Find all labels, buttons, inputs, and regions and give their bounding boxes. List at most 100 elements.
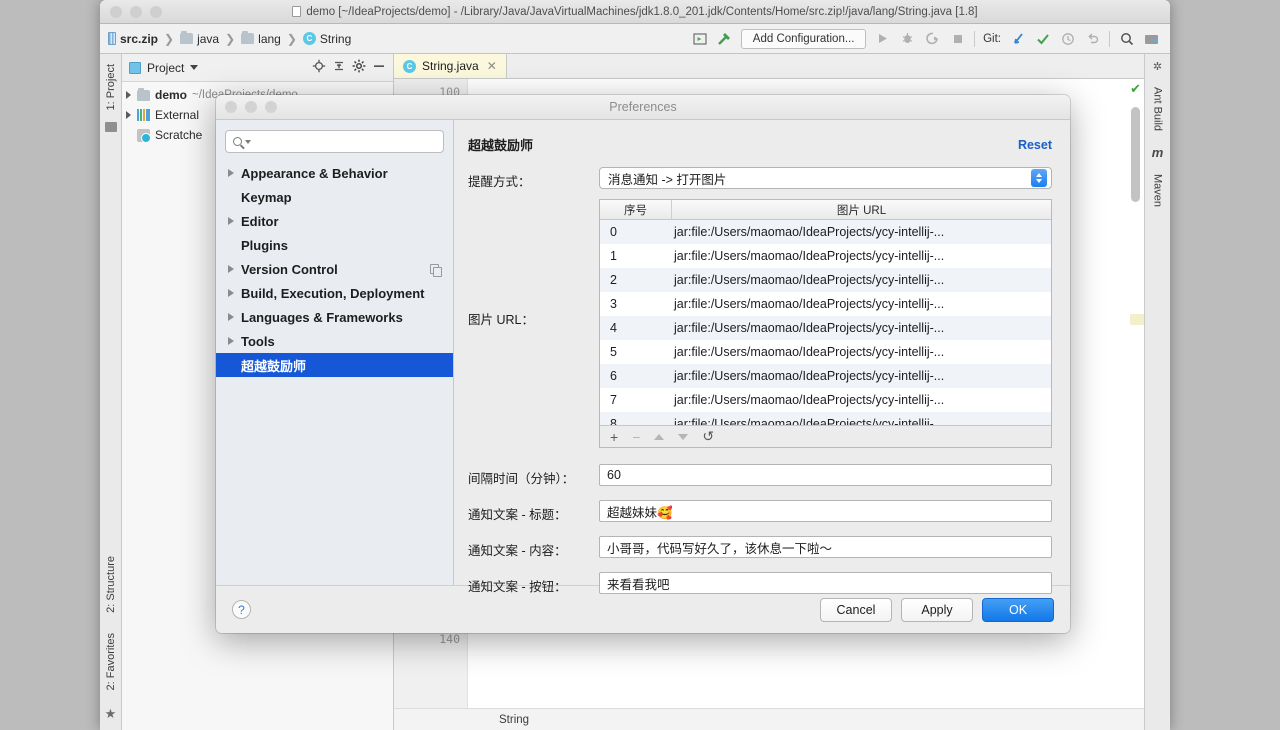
class-icon: C: [302, 32, 316, 45]
notify-body-label: 通知文案 - 内容：: [468, 544, 567, 558]
move-up-button[interactable]: [654, 433, 665, 440]
move-down-button[interactable]: [678, 433, 689, 440]
git-rollback-icon[interactable]: [1084, 30, 1101, 47]
sidebar-item-favorites[interactable]: 2: Favorites: [105, 629, 117, 694]
sidebar-item-languages-frameworks[interactable]: Languages & Frameworks: [216, 305, 453, 329]
expand-arrow-icon[interactable]: [228, 169, 234, 177]
remove-row-button[interactable]: −: [632, 429, 640, 445]
minimize-window-button[interactable]: [130, 5, 142, 18]
main-toolbar-actions: Add Configuration... Git:: [691, 28, 1164, 49]
row-notify-button: 通知文案 - 按钮： 来看看我吧: [468, 572, 1052, 595]
git-update-icon[interactable]: [1009, 30, 1026, 47]
notify-body-input[interactable]: 小哥哥，代码写好久了，该休息一下啦～: [599, 536, 1052, 558]
ok-button[interactable]: OK: [982, 597, 1054, 622]
table-row[interactable]: 6 jar:file:/Users/maomao/IdeaProjects/yc…: [600, 364, 1051, 388]
editor-scrollbar[interactable]: [1131, 107, 1140, 202]
sidebar-item-keymap[interactable]: Keymap: [216, 185, 453, 209]
preferences-content-pane: 超越鼓励师 Reset 提醒方式： 消息通知 -> 打开图片 图片 URL： 序…: [454, 120, 1070, 594]
run-icon[interactable]: [874, 30, 891, 47]
notify-button-input[interactable]: 来看看我吧: [599, 572, 1052, 594]
column-header-url[interactable]: 图片 URL: [672, 200, 1051, 219]
apply-button[interactable]: Apply: [901, 597, 973, 622]
window-traffic-lights[interactable]: [100, 5, 162, 18]
table-row[interactable]: 0 jar:file:/Users/maomao/IdeaProjects/yc…: [600, 220, 1051, 244]
sidebar-item-editor[interactable]: Editor: [216, 209, 453, 233]
sidebar-item-maven[interactable]: Maven: [1152, 170, 1164, 211]
gear-icon[interactable]: [352, 59, 366, 76]
java-class-icon: C: [403, 59, 416, 73]
reset-link[interactable]: Reset: [1018, 138, 1052, 152]
chevron-down-icon[interactable]: [190, 65, 199, 70]
expand-arrow-icon[interactable]: [126, 91, 131, 99]
stop-icon[interactable]: [949, 30, 966, 47]
project-structure-icon[interactable]: [1143, 30, 1160, 47]
close-icon[interactable]: ✕: [487, 59, 497, 73]
search-field[interactable]: [254, 133, 436, 150]
git-commit-icon[interactable]: [1034, 30, 1051, 47]
sidebar-item-version-control[interactable]: Version Control: [216, 257, 453, 281]
debug-icon[interactable]: [899, 30, 916, 47]
sidebar-item-chaoyue-encourager[interactable]: 超越鼓励师: [216, 353, 453, 377]
run-with-coverage-icon[interactable]: [924, 30, 941, 47]
breadcrumb-separator: ❯: [225, 31, 236, 46]
preferences-search-input[interactable]: [225, 130, 444, 153]
breadcrumb-item-java[interactable]: java: [178, 31, 221, 47]
table-row[interactable]: 5 jar:file:/Users/maomao/IdeaProjects/yc…: [600, 340, 1051, 364]
cell-index: 0: [610, 225, 617, 239]
sidebar-item-ant-build[interactable]: Ant Build: [1152, 83, 1164, 135]
run-anything-icon[interactable]: [691, 30, 708, 47]
breadcrumb-item-string[interactable]: C String: [301, 31, 353, 47]
expand-arrow-icon[interactable]: [228, 265, 234, 273]
interval-value: 60: [607, 468, 621, 482]
table-row[interactable]: 8 jar:file:/Users/maomao/IdeaProjects/yc…: [600, 412, 1051, 425]
notify-title-input[interactable]: 超越妹妹🥰: [599, 500, 1052, 522]
search-everywhere-icon[interactable]: [1118, 30, 1135, 47]
run-configuration-selector[interactable]: Add Configuration...: [741, 28, 867, 49]
help-button[interactable]: ?: [232, 600, 251, 619]
table-row[interactable]: 1 jar:file:/Users/maomao/IdeaProjects/yc…: [600, 244, 1051, 268]
table-body[interactable]: 0 jar:file:/Users/maomao/IdeaProjects/yc…: [600, 220, 1051, 425]
chevron-updown-icon[interactable]: [1031, 169, 1047, 187]
expand-arrow-icon[interactable]: [228, 217, 234, 225]
git-history-icon[interactable]: [1059, 30, 1076, 47]
table-row[interactable]: 3 jar:file:/Users/maomao/IdeaProjects/yc…: [600, 292, 1051, 316]
notify-body-value: 小哥哥，代码写好久了，该休息一下啦～: [607, 541, 833, 556]
expand-arrow-icon[interactable]: [228, 289, 234, 297]
expand-arrow-icon[interactable]: [126, 111, 131, 119]
build-hammer-icon[interactable]: [716, 30, 733, 47]
collapse-all-icon[interactable]: [332, 59, 346, 76]
cancel-button[interactable]: Cancel: [820, 597, 892, 622]
sidebar-item-structure[interactable]: 2: Structure: [105, 552, 117, 617]
copy-icon[interactable]: [430, 264, 442, 277]
preferences-search-wrapper: [216, 120, 453, 161]
ant-icon: ✲: [1152, 61, 1163, 73]
table-row[interactable]: 4 jar:file:/Users/maomao/IdeaProjects/yc…: [600, 316, 1051, 340]
sidebar-item-project[interactable]: 1: Project: [105, 60, 117, 114]
sidebar-item-appearance-behavior[interactable]: Appearance & Behavior: [216, 161, 453, 185]
breadcrumb: src.zip ❯ java ❯ lang ❯ C String: [106, 31, 353, 47]
reset-rows-button[interactable]: ↺: [702, 428, 714, 445]
sidebar-item-tools[interactable]: Tools: [216, 329, 453, 353]
cell-url: jar:file:/Users/maomao/IdeaProjects/ycy-…: [674, 369, 945, 383]
breadcrumb-item-src-zip[interactable]: src.zip: [106, 31, 160, 47]
scratches-icon: [137, 128, 151, 143]
hide-icon[interactable]: [372, 59, 386, 76]
expand-arrow-icon[interactable]: [228, 313, 234, 321]
remind-mode-select[interactable]: 消息通知 -> 打开图片: [599, 167, 1052, 189]
expand-arrow-icon[interactable]: [228, 337, 234, 345]
table-row[interactable]: 2 jar:file:/Users/maomao/IdeaProjects/yc…: [600, 268, 1051, 292]
column-header-index[interactable]: 序号: [600, 200, 672, 219]
add-row-button[interactable]: +: [610, 429, 618, 445]
sidebar-item-plugins[interactable]: Plugins: [216, 233, 453, 257]
maximize-window-button[interactable]: [150, 5, 162, 18]
cell-url: jar:file:/Users/maomao/IdeaProjects/ycy-…: [674, 417, 945, 425]
table-row[interactable]: 7 jar:file:/Users/maomao/IdeaProjects/yc…: [600, 388, 1051, 412]
cell-index: 7: [610, 393, 617, 407]
close-window-button[interactable]: [110, 5, 122, 18]
sidebar-item-build-execution-deployment[interactable]: Build, Execution, Deployment: [216, 281, 453, 305]
window-title: demo [~/IdeaProjects/demo] - /Library/Ja…: [100, 6, 1170, 18]
tab-string-java[interactable]: C String.java ✕: [394, 54, 507, 78]
locate-icon[interactable]: [312, 59, 326, 76]
interval-input[interactable]: 60: [599, 464, 1052, 486]
breadcrumb-item-lang[interactable]: lang: [239, 31, 283, 47]
